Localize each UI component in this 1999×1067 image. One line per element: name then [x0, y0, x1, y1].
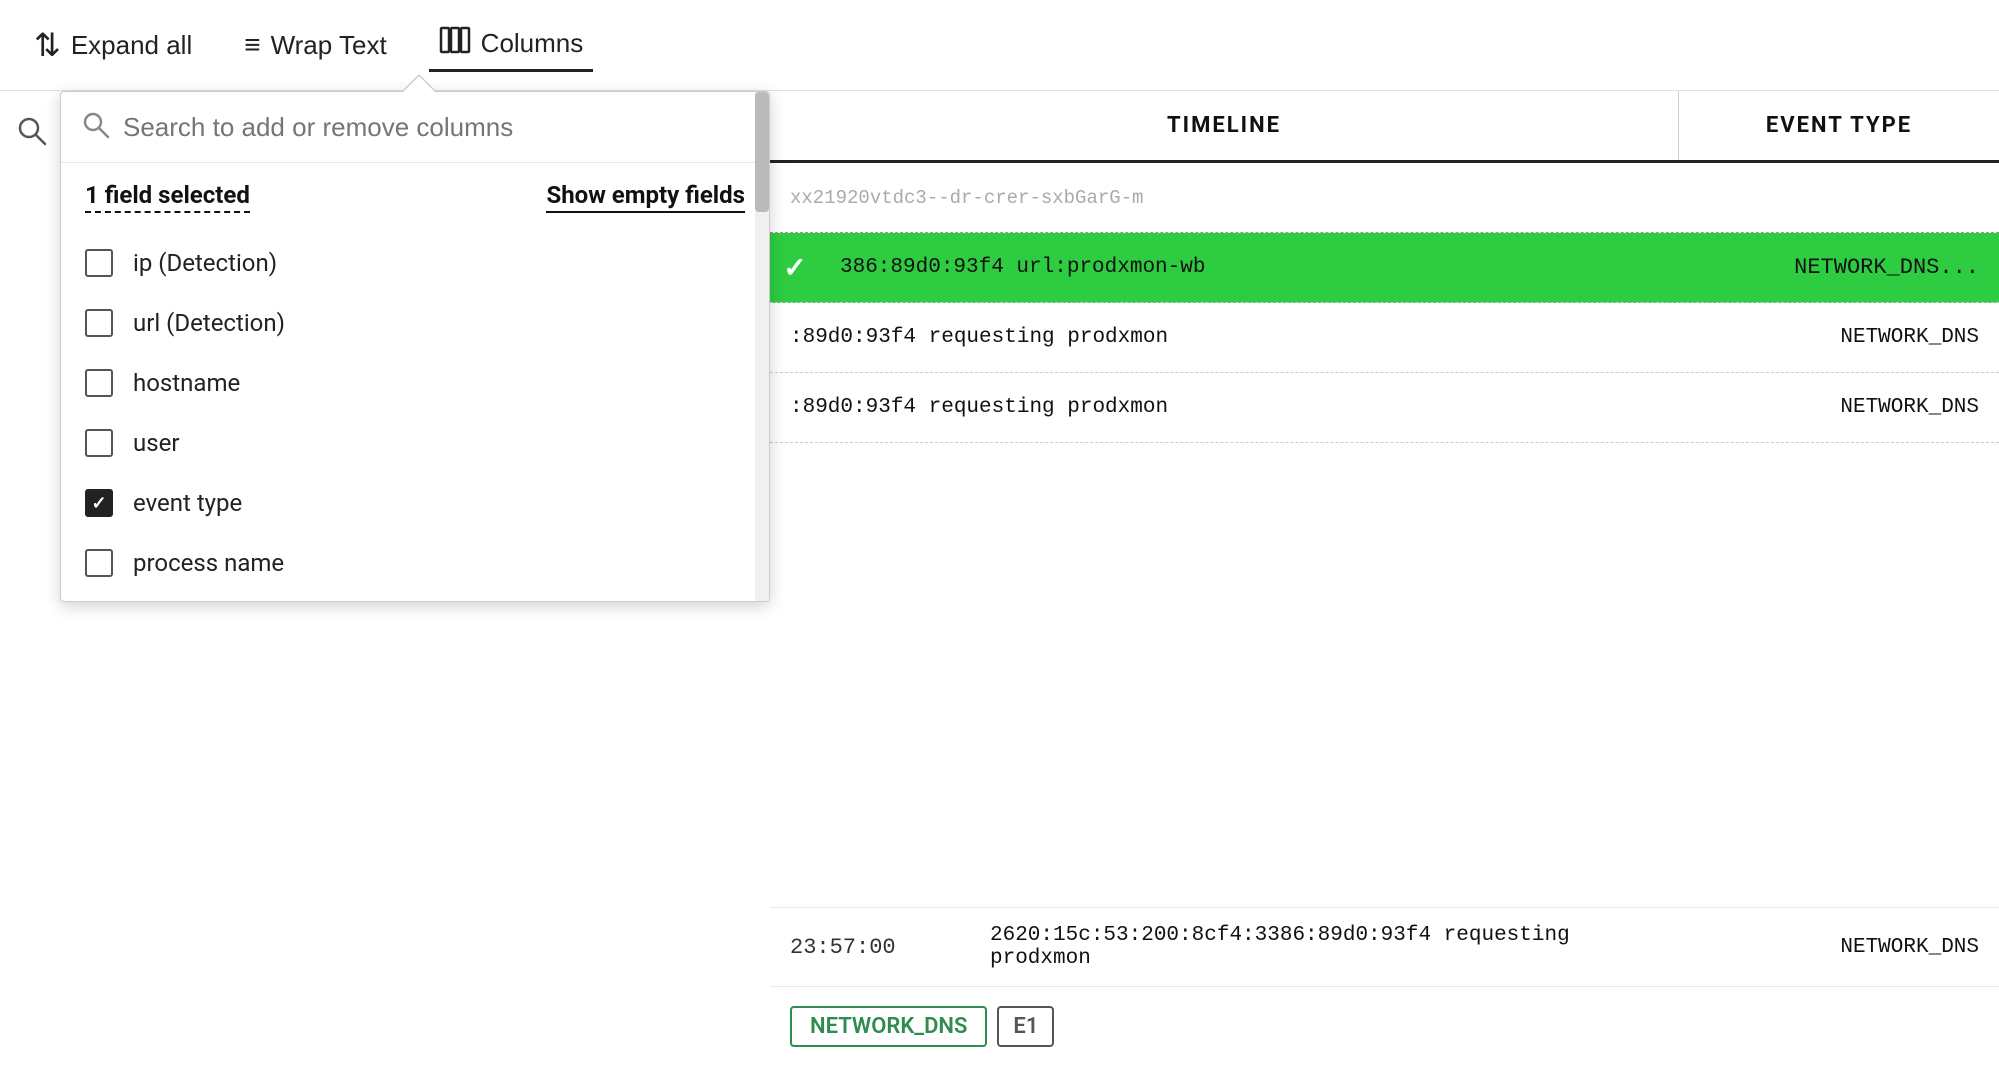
wrap-text-button[interactable]: ≡ Wrap Text [234, 23, 396, 67]
list-item[interactable]: user [61, 413, 769, 473]
search-icon [81, 110, 111, 144]
col-header-event-type: EVENT TYPE [1679, 91, 1999, 160]
field-label-process-name: process name [133, 549, 284, 577]
wrap-text-icon: ≡ [244, 29, 260, 61]
checkbox-ip-detection[interactable] [85, 249, 113, 277]
expand-all-button[interactable]: ⇅ Expand all [24, 20, 202, 70]
table-area: TIMELINE EVENT TYPE xx21920vtdc3--dr-cre… [770, 91, 1999, 1067]
checkbox-hostname[interactable] [85, 369, 113, 397]
field-label-ip-detection: ip (Detection) [133, 249, 277, 277]
columns-icon [439, 24, 471, 63]
search-input[interactable] [123, 112, 749, 143]
table-row[interactable]: :89d0:93f4 requesting prodxmon NETWORK_D… [770, 373, 1999, 443]
list-item[interactable]: event type [61, 473, 769, 533]
checkbox-user[interactable] [85, 429, 113, 457]
e1-badge[interactable]: E1 [997, 1006, 1054, 1047]
table-row[interactable]: xx21920vtdc3--dr-crer-sxbGarG-m [770, 163, 1999, 233]
field-label-hostname: hostname [133, 369, 240, 397]
row-content: 2620:15c:53:200:8cf4:3386:89d0:93f4 requ… [990, 924, 1659, 970]
row-content: :89d0:93f4 requesting prodxmon [770, 382, 1679, 433]
field-label-url-detection: url (Detection) [133, 309, 285, 337]
expand-all-label: Expand all [71, 30, 192, 61]
row-event-type: NETWORK_DNS [1659, 936, 1979, 959]
list-item[interactable]: ip (Detection) [61, 233, 769, 293]
field-label-event-type: event type [133, 489, 242, 517]
row-selected-check-icon: ✓ [783, 251, 806, 284]
row-content: xx21920vtdc3--dr-crer-sxbGarG-m [770, 173, 1679, 223]
field-label-user: user [133, 429, 179, 457]
columns-dropdown: 1 field selected Show empty fields ip (D… [60, 91, 770, 602]
list-item[interactable]: hostname [61, 353, 769, 413]
list-item[interactable]: url (Detection) [61, 293, 769, 353]
scrollbar-thumb[interactable] [755, 92, 769, 212]
checkbox-process-name[interactable] [85, 549, 113, 577]
row-content: 386:89d0:93f4 url:prodxmon-wb [820, 242, 1679, 293]
row-event-type: NETWORK_DNS [1679, 312, 1999, 363]
fields-header: 1 field selected Show empty fields [61, 163, 769, 225]
list-item[interactable]: process name [61, 533, 769, 593]
expand-all-icon: ⇅ [34, 26, 61, 64]
row-event-type: NETWORK_DNS [1679, 382, 1999, 433]
row-event-type: NETWORK_DNS... [1679, 241, 1999, 294]
search-row [61, 92, 769, 163]
show-empty-fields-link[interactable]: Show empty fields [546, 181, 745, 213]
row-content: :89d0:93f4 requesting prodxmon [770, 312, 1679, 363]
table-row[interactable]: :89d0:93f4 requesting prodxmon NETWORK_D… [770, 303, 1999, 373]
main-content: 1 field selected Show empty fields ip (D… [0, 91, 1999, 1067]
scrollbar-track[interactable] [755, 92, 769, 601]
table-header: TIMELINE EVENT TYPE [770, 91, 1999, 163]
badge-row: NETWORK_DNS E1 [770, 996, 1999, 1057]
checkbox-event-type[interactable] [85, 489, 113, 517]
columns-button[interactable]: Columns [429, 18, 594, 72]
checkbox-url-detection[interactable] [85, 309, 113, 337]
checkbox-list: ip (Detection) url (Detection) hostname … [61, 225, 769, 601]
sidebar-search-icon [16, 115, 48, 154]
columns-label: Columns [481, 28, 584, 59]
table-row[interactable]: 23:57:00 2620:15c:53:200:8cf4:3386:89d0:… [770, 907, 1999, 987]
left-sidebar [0, 91, 60, 1067]
col-header-timeline: TIMELINE [770, 91, 1679, 160]
row-event-type [1679, 184, 1999, 212]
toolbar: ⇅ Expand all ≡ Wrap Text Columns [0, 0, 1999, 91]
fields-selected-count: 1 field selected [85, 181, 250, 213]
network-dns-badge[interactable]: NETWORK_DNS [790, 1006, 987, 1047]
table-row[interactable]: ✓ 386:89d0:93f4 url:prodxmon-wb NETWORK_… [770, 233, 1999, 303]
row-timestamp: 23:57:00 [790, 935, 990, 960]
wrap-text-label: Wrap Text [271, 30, 387, 61]
